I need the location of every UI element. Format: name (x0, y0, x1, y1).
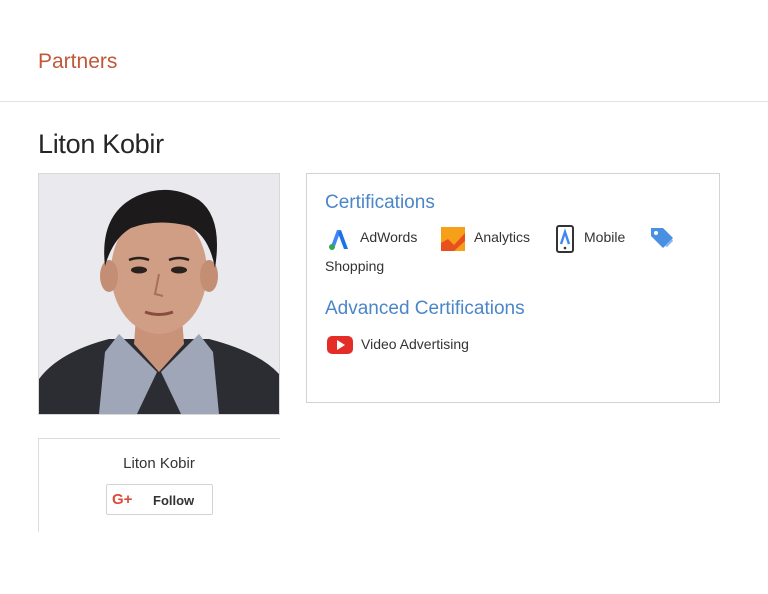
advanced-certifications-heading: Advanced Certifications (325, 298, 525, 319)
certification-label: Shopping (325, 258, 385, 274)
certification-label: Mobile (584, 229, 626, 245)
youtube-icon (327, 336, 353, 354)
certifications-panel: Certifications AdWords Analytics Mobile (306, 173, 720, 403)
profile-photo-image (39, 174, 279, 414)
google-plus-icon: G+ (112, 491, 133, 508)
header-title[interactable]: Partners (38, 50, 117, 74)
page-header: Partners (0, 0, 768, 102)
certifications-heading: Certifications (325, 192, 435, 213)
certification-label: Video Advertising (361, 336, 469, 352)
google-plus-card: Liton Kobir G+ Follow (38, 438, 280, 532)
follow-label: Follow (153, 493, 195, 508)
google-plus-name: Liton Kobir (123, 455, 195, 472)
analytics-icon (441, 227, 465, 251)
profile-name: Liton Kobir (38, 129, 164, 159)
profile-photo (38, 173, 280, 415)
shopping-icon (651, 228, 673, 248)
certification-label: Analytics (474, 229, 531, 245)
certification-label: AdWords (360, 229, 418, 245)
follow-button[interactable]: G+ Follow (106, 484, 213, 515)
adwords-icon (329, 230, 348, 250)
mobile-icon (556, 225, 574, 253)
